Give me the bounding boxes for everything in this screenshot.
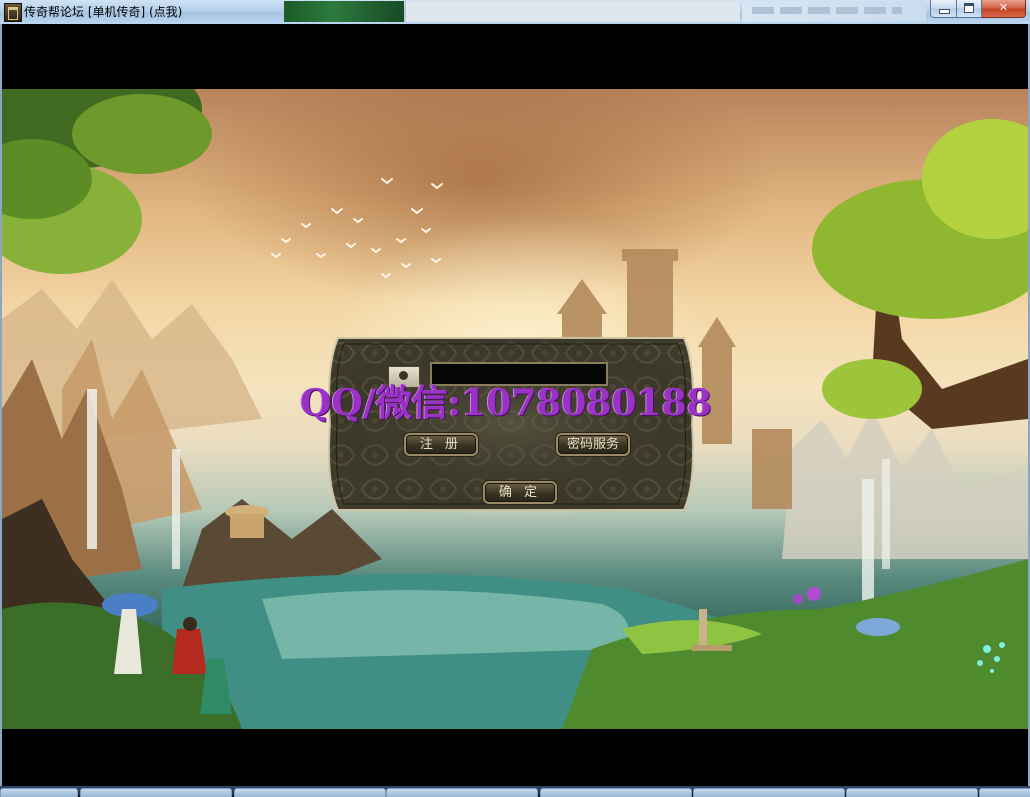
confirm-button[interactable]: 确 定 (483, 481, 557, 504)
taskbar (0, 786, 1030, 797)
window-title: 传奇帮论坛 [单机传奇] (点我) (24, 5, 183, 19)
register-button[interactable]: 注 册 (404, 433, 478, 456)
maximize-button[interactable] (957, 0, 982, 18)
window-controls (930, 0, 1026, 18)
close-button[interactable] (982, 0, 1026, 18)
background-window-strip (742, 1, 926, 22)
background-window-strip (405, 1, 740, 22)
minimize-button[interactable] (930, 0, 957, 18)
contact-watermark: QQ/微信:1078080188 (300, 382, 712, 424)
window-title-bar[interactable]: 传奇帮论坛 [单机传奇] (点我) (0, 0, 1030, 25)
app-icon (4, 3, 22, 22)
password-service-button[interactable]: 密码服务 (556, 433, 630, 456)
background-window-strip (284, 1, 404, 22)
